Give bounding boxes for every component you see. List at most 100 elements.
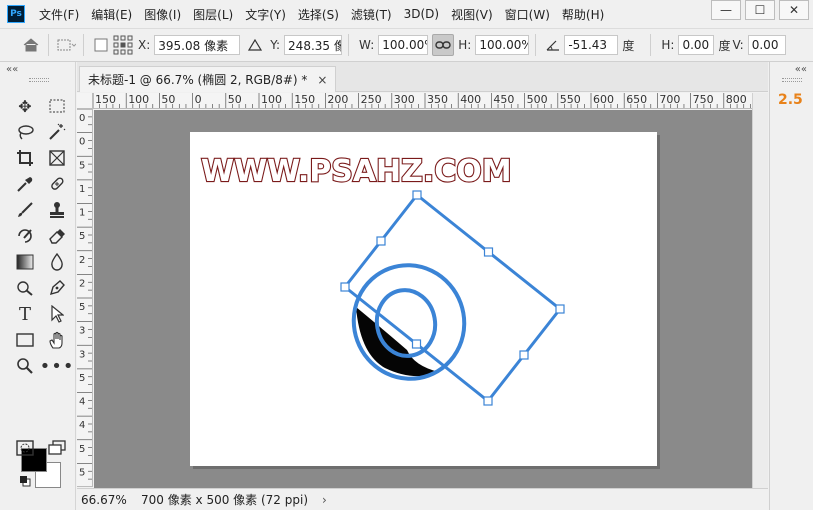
frame-tool-icon[interactable] <box>44 146 70 170</box>
y-position-input[interactable]: 248.35 像素 <box>284 35 343 55</box>
minimize-button[interactable]: — <box>711 0 741 20</box>
h-skew-unit-label: 度 <box>718 38 731 53</box>
transform-handle-bottom[interactable] <box>483 396 493 406</box>
maximize-button[interactable]: ☐ <box>745 0 775 20</box>
menu-help[interactable]: 帮助(H) <box>562 6 604 23</box>
relative-position-triangle-icon[interactable] <box>244 34 266 56</box>
transform-handle-bottom-left-mid[interactable] <box>411 339 422 349</box>
dodge-tool-icon[interactable] <box>12 276 38 300</box>
brush-tool-icon[interactable] <box>12 198 38 222</box>
path-selection-icon[interactable] <box>44 302 70 326</box>
ruler-label: 350 <box>427 93 448 106</box>
transform-handle-bottom-right-mid[interactable] <box>519 350 529 360</box>
y-label: Y: <box>270 38 281 52</box>
default-colors-icon[interactable] <box>18 474 32 488</box>
menu-image[interactable]: 图像(I) <box>144 6 181 23</box>
ruler-label: 50 <box>161 93 175 106</box>
status-menu-arrow-icon[interactable]: › <box>322 493 327 507</box>
h-skew-input[interactable]: 0.00 <box>678 35 715 55</box>
home-icon[interactable] <box>20 34 42 56</box>
reference-point-grid-icon[interactable] <box>112 34 134 56</box>
close-document-icon[interactable]: × <box>317 73 327 87</box>
toolbar-grip[interactable] <box>29 78 49 82</box>
angle-unit-label: 度 <box>622 38 635 53</box>
clone-stamp-icon[interactable] <box>44 198 70 222</box>
link-aspect-icon[interactable] <box>432 34 455 56</box>
x-position-input[interactable]: 395.08 像素 <box>154 35 241 55</box>
rotate-angle-input[interactable]: -51.43 <box>564 35 619 55</box>
transform-handle-left[interactable] <box>340 282 350 292</box>
transform-handle-top-left-mid[interactable] <box>376 236 386 246</box>
crop-tool-icon[interactable] <box>12 146 38 170</box>
zoom-tool-icon[interactable] <box>12 354 38 378</box>
quick-mask-icon[interactable] <box>12 436 38 460</box>
transform-handle-right[interactable] <box>555 304 565 314</box>
document-tab[interactable]: 未标题-1 @ 66.7% (椭圆 2, RGB/8#) * × <box>79 66 337 92</box>
rectangular-marquee-icon[interactable] <box>44 94 70 118</box>
type-tool-icon[interactable]: T <box>12 302 38 326</box>
ruler-label: 100 <box>128 93 149 106</box>
horizontal-ruler[interactable]: 150 100 50 0 50 100 150 200 250 300 350 400 450 500 55… <box>93 93 752 109</box>
status-bar: 66.67% 700 像素 x 500 像素 (72 ppi) › <box>77 488 768 510</box>
transform-mode-icon[interactable] <box>55 34 77 56</box>
menu-type[interactable]: 文字(Y) <box>245 6 286 23</box>
ruler-label: 150 <box>294 93 315 106</box>
collapse-toolbar-icon[interactable]: «« <box>6 64 18 75</box>
screen-mode-icon[interactable] <box>44 436 70 460</box>
v-skew-label: V: <box>732 38 744 52</box>
separator <box>48 34 49 56</box>
more-tools-icon[interactable]: ••• <box>40 354 74 378</box>
menu-edit[interactable]: 编辑(E) <box>91 6 132 23</box>
vertical-ruler[interactable]: 0 0 5 1 1 5 2 2 5 3 3 5 4 4 5 5 <box>77 109 93 487</box>
reference-point-checkbox[interactable] <box>90 34 112 56</box>
eyedropper-icon[interactable] <box>12 172 38 196</box>
rectangle-tool-icon[interactable] <box>12 328 38 352</box>
transform-handle-top-right-mid[interactable] <box>483 247 494 257</box>
menu-filter[interactable]: 滤镜(T) <box>351 6 392 23</box>
ruler-label: 2 <box>79 278 85 289</box>
x-label: X: <box>138 38 151 52</box>
ruler-label: 1 <box>79 208 85 219</box>
ruler-label: 5 <box>79 302 85 313</box>
height-input[interactable]: 100.00% <box>475 35 530 55</box>
ruler-label: 650 <box>626 93 647 106</box>
hand-tool-icon[interactable] <box>44 328 70 352</box>
canvas-workspace[interactable]: WWW.PSAHZ.COM <box>94 110 752 488</box>
menu-3d[interactable]: 3D(D) <box>404 7 439 21</box>
ruler-label: 800 <box>726 93 747 106</box>
ruler-label: 700 <box>659 93 680 106</box>
eraser-tool-icon[interactable] <box>44 224 70 248</box>
move-tool-icon[interactable]: ✥ <box>12 94 38 118</box>
transform-handle-top[interactable] <box>412 190 422 200</box>
ruler-label: 4 <box>79 397 85 408</box>
ruler-label: 550 <box>560 93 581 106</box>
healing-brush-icon[interactable] <box>44 172 70 196</box>
lasso-tool-icon[interactable] <box>12 120 38 144</box>
panel-grip[interactable] <box>782 78 802 82</box>
blur-tool-icon[interactable] <box>44 250 70 274</box>
expand-panels-icon[interactable]: «« <box>795 64 807 75</box>
menu-file[interactable]: 文件(F) <box>39 6 79 23</box>
h-skew-label: H: <box>661 38 675 52</box>
ruler-label: 750 <box>693 93 714 106</box>
close-button[interactable]: ✕ <box>779 0 809 20</box>
ruler-label: 5 <box>79 160 85 171</box>
rotate-angle-icon <box>542 34 564 56</box>
document-info: 700 像素 x 500 像素 (72 ppi) <box>141 493 308 507</box>
menu-view[interactable]: 视图(V) <box>451 6 493 23</box>
zoom-level[interactable]: 66.67% <box>81 493 137 507</box>
gradient-tool-icon[interactable] <box>12 250 38 274</box>
menu-layer[interactable]: 图层(L) <box>193 6 233 23</box>
magic-wand-icon[interactable] <box>44 120 70 144</box>
height-label: H: <box>458 38 472 52</box>
ruler-label: 50 <box>228 93 242 106</box>
menu-select[interactable]: 选择(S) <box>298 6 339 23</box>
menu-window[interactable]: 窗口(W) <box>505 6 550 23</box>
vertical-scrollbar[interactable] <box>752 93 768 488</box>
history-brush-icon[interactable] <box>12 224 38 248</box>
ruler-origin[interactable] <box>77 93 93 109</box>
pen-tool-icon[interactable] <box>44 276 70 300</box>
ruler-label: 500 <box>527 93 548 106</box>
width-input[interactable]: 100.00% <box>378 35 429 55</box>
v-skew-input[interactable]: 0.00 <box>747 35 786 55</box>
